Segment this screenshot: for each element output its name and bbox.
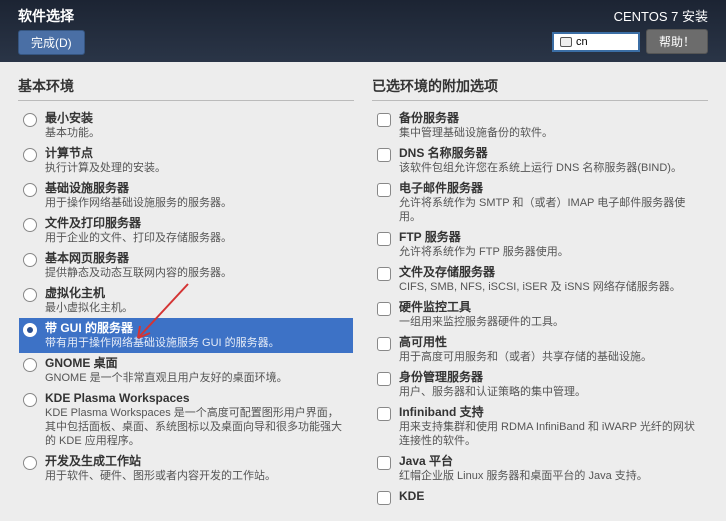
checkbox[interactable] — [377, 372, 391, 386]
item-label: Java 平台 — [399, 454, 703, 469]
addons-column: 已选环境的附加选项 备份服务器集中管理基础设施备份的软件。DNS 名称服务器该软… — [372, 76, 708, 511]
radio-button[interactable] — [23, 358, 37, 372]
item-desc: 执行计算及处理的安装。 — [45, 161, 349, 175]
item-desc: 用户、服务器和认证策略的集中管理。 — [399, 385, 703, 399]
item-desc: 允许将系统作为 FTP 服务器使用。 — [399, 245, 703, 259]
radio-button[interactable] — [23, 148, 37, 162]
base-env-item[interactable]: 文件及打印服务器用于企业的文件、打印及存储服务器。 — [19, 213, 353, 248]
base-env-item[interactable]: 虚拟化主机最小虚拟化主机。 — [19, 283, 353, 318]
addons-heading: 已选环境的附加选项 — [372, 76, 708, 96]
base-env-item[interactable]: KDE Plasma WorkspacesKDE Plasma Workspac… — [19, 388, 353, 451]
item-desc: 一组用来监控服务器硬件的工具。 — [399, 315, 703, 329]
base-environment-column: 基本环境 最小安装基本功能。计算节点执行计算及处理的安装。基础设施服务器用于操作… — [18, 76, 354, 511]
item-label: 最小安装 — [45, 111, 349, 126]
help-button[interactable]: 帮助！ — [646, 29, 708, 54]
radio-button[interactable] — [23, 288, 37, 302]
addon-item[interactable]: 身份管理服务器用户、服务器和认证策略的集中管理。 — [373, 367, 707, 402]
item-desc: 允许将系统作为 SMTP 和（或者）IMAP 电子邮件服务器使用。 — [399, 196, 703, 224]
item-label: KDE — [399, 489, 703, 504]
addon-item[interactable]: 硬件监控工具一组用来监控服务器硬件的工具。 — [373, 297, 707, 332]
item-desc: 用于操作网络基础设施服务的服务器。 — [45, 196, 349, 210]
base-env-item[interactable]: 最小安装基本功能。 — [19, 108, 353, 143]
base-env-item[interactable]: 开发及生成工作站用于软件、硬件、图形或者内容开发的工作站。 — [19, 451, 353, 486]
item-desc: 集中管理基础设施备份的软件。 — [399, 126, 703, 140]
done-button[interactable]: 完成(D) — [18, 30, 85, 55]
base-env-item[interactable]: GNOME 桌面GNOME 是一个非常直观且用户友好的桌面环境。 — [19, 353, 353, 388]
radio-button[interactable] — [23, 183, 37, 197]
keyboard-layout-selector[interactable]: cn — [552, 32, 640, 52]
item-label: 高可用性 — [399, 335, 703, 350]
addons-list: 备份服务器集中管理基础设施备份的软件。DNS 名称服务器该软件包组允许您在系统上… — [372, 107, 708, 511]
addon-item[interactable]: 高可用性用于高度可用服务和（或者）共享存储的基础设施。 — [373, 332, 707, 367]
base-env-item[interactable]: 计算节点执行计算及处理的安装。 — [19, 143, 353, 178]
lang-text: cn — [576, 36, 588, 48]
divider — [372, 100, 708, 101]
base-env-item[interactable]: 基础设施服务器用于操作网络基础设施服务的服务器。 — [19, 178, 353, 213]
base-env-list: 最小安装基本功能。计算节点执行计算及处理的安装。基础设施服务器用于操作网络基础设… — [18, 107, 354, 511]
base-env-item[interactable]: 基本网页服务器提供静态及动态互联网内容的服务器。 — [19, 248, 353, 283]
checkbox[interactable] — [377, 232, 391, 246]
item-desc: CIFS, SMB, NFS, iSCSI, iSER 及 iSNS 网络存储服… — [399, 280, 703, 294]
item-desc: 用于软件、硬件、图形或者内容开发的工作站。 — [45, 469, 349, 483]
item-label: 文件及存储服务器 — [399, 265, 703, 280]
addon-item[interactable]: 备份服务器集中管理基础设施备份的软件。 — [373, 108, 707, 143]
item-desc: 提供静态及动态互联网内容的服务器。 — [45, 266, 349, 280]
item-label: 文件及打印服务器 — [45, 216, 349, 231]
checkbox[interactable] — [377, 407, 391, 421]
base-env-heading: 基本环境 — [18, 76, 354, 96]
item-label: 计算节点 — [45, 146, 349, 161]
item-label: GNOME 桌面 — [45, 356, 349, 371]
item-desc: 基本功能。 — [45, 126, 349, 140]
item-desc: 用于企业的文件、打印及存储服务器。 — [45, 231, 349, 245]
item-label: KDE Plasma Workspaces — [45, 391, 349, 406]
item-desc: 该软件包组允许您在系统上运行 DNS 名称服务器(BIND)。 — [399, 161, 703, 175]
addon-item[interactable]: Infiniband 支持用来支持集群和使用 RDMA InfiniBand 和… — [373, 402, 707, 451]
item-label: 电子邮件服务器 — [399, 181, 703, 196]
radio-button[interactable] — [23, 253, 37, 267]
item-desc: 最小虚拟化主机。 — [45, 301, 349, 315]
addon-item[interactable]: 文件及存储服务器CIFS, SMB, NFS, iSCSI, iSER 及 iS… — [373, 262, 707, 297]
addon-item[interactable]: Java 平台红帽企业版 Linux 服务器和桌面平台的 Java 支持。 — [373, 451, 707, 486]
item-label: Infiniband 支持 — [399, 405, 703, 420]
addon-item[interactable]: DNS 名称服务器该软件包组允许您在系统上运行 DNS 名称服务器(BIND)。 — [373, 143, 707, 178]
checkbox[interactable] — [377, 337, 391, 351]
item-label: 带 GUI 的服务器 — [45, 321, 349, 336]
item-label: FTP 服务器 — [399, 230, 703, 245]
item-desc: 用于高度可用服务和（或者）共享存储的基础设施。 — [399, 350, 703, 364]
addon-item[interactable]: FTP 服务器允许将系统作为 FTP 服务器使用。 — [373, 227, 707, 262]
item-label: 开发及生成工作站 — [45, 454, 349, 469]
item-label: 虚拟化主机 — [45, 286, 349, 301]
item-desc: KDE Plasma Workspaces 是一个高度可配置图形用户界面，其中包… — [45, 406, 349, 448]
item-label: 基础设施服务器 — [45, 181, 349, 196]
install-label: CENTOS 7 安装 — [552, 6, 708, 25]
item-desc: GNOME 是一个非常直观且用户友好的桌面环境。 — [45, 371, 349, 385]
radio-dot-icon — [27, 327, 33, 333]
radio-button[interactable] — [23, 323, 37, 337]
radio-button[interactable] — [23, 218, 37, 232]
checkbox[interactable] — [377, 491, 391, 505]
item-label: 硬件监控工具 — [399, 300, 703, 315]
item-label: 备份服务器 — [399, 111, 703, 126]
checkbox[interactable] — [377, 456, 391, 470]
divider — [18, 100, 354, 101]
checkbox[interactable] — [377, 183, 391, 197]
checkbox[interactable] — [377, 113, 391, 127]
radio-button[interactable] — [23, 456, 37, 470]
item-desc: 红帽企业版 Linux 服务器和桌面平台的 Java 支持。 — [399, 469, 703, 483]
item-label: DNS 名称服务器 — [399, 146, 703, 161]
radio-button[interactable] — [23, 113, 37, 127]
addon-item[interactable]: 电子邮件服务器允许将系统作为 SMTP 和（或者）IMAP 电子邮件服务器使用。 — [373, 178, 707, 227]
item-label: 基本网页服务器 — [45, 251, 349, 266]
item-desc: 用来支持集群和使用 RDMA InfiniBand 和 iWARP 光纤的网状连… — [399, 420, 703, 448]
item-label: 身份管理服务器 — [399, 370, 703, 385]
base-env-item[interactable]: 带 GUI 的服务器带有用于操作网络基础设施服务 GUI 的服务器。 — [19, 318, 353, 353]
checkbox[interactable] — [377, 302, 391, 316]
checkbox[interactable] — [377, 267, 391, 281]
checkbox[interactable] — [377, 148, 391, 162]
item-desc: 带有用于操作网络基础设施服务 GUI 的服务器。 — [45, 336, 349, 350]
radio-button[interactable] — [23, 393, 37, 407]
addon-item[interactable]: KDE — [373, 486, 707, 508]
keyboard-icon — [560, 37, 572, 47]
